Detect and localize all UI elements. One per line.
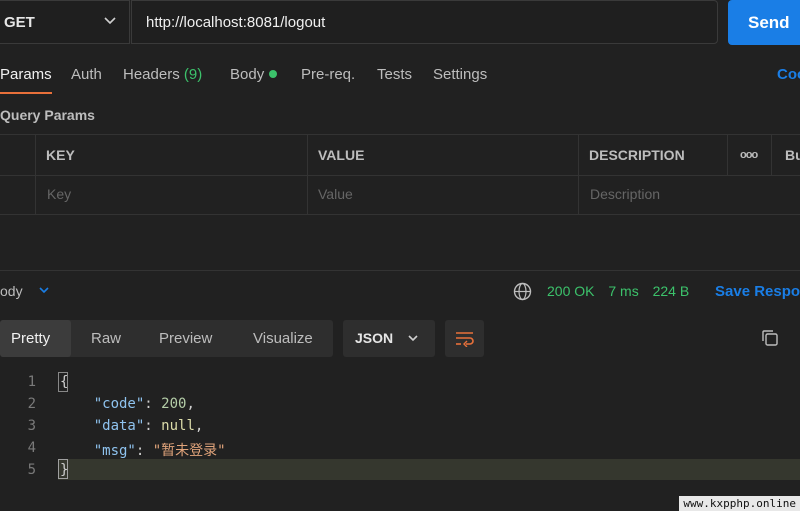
- wrap-icon: [456, 332, 474, 347]
- code-line[interactable]: {: [60, 374, 68, 390]
- line-number: 1: [27, 374, 36, 390]
- line-number: 5: [27, 462, 36, 478]
- json-key: "code": [93, 396, 145, 412]
- row-divider: [0, 175, 800, 176]
- tab-settings[interactable]: Settings: [433, 66, 487, 83]
- format-label: JSON: [355, 330, 394, 346]
- tab-visualize[interactable]: Visualize: [253, 330, 313, 347]
- code-line[interactable]: "code": 200,: [60, 396, 195, 412]
- tab-auth[interactable]: Auth: [71, 66, 102, 83]
- save-response-button[interactable]: Save Respo: [715, 283, 800, 300]
- code-line[interactable]: }: [60, 462, 68, 478]
- json-key: "data": [93, 418, 145, 434]
- tab-pretty[interactable]: Pretty: [11, 330, 50, 347]
- line-number: 3: [27, 418, 36, 434]
- query-params-table: KEY VALUE DESCRIPTION ooo Bu Key Value D…: [0, 134, 800, 215]
- tab-preview[interactable]: Preview: [159, 330, 212, 347]
- key-input[interactable]: Key: [47, 186, 71, 202]
- column-header-description: DESCRIPTION: [589, 147, 685, 163]
- tab-headers[interactable]: Headers (9): [123, 66, 202, 83]
- json-value: null: [161, 418, 195, 434]
- more-options-icon[interactable]: ooo: [740, 149, 758, 161]
- response-time: 7 ms: [608, 283, 639, 299]
- send-button[interactable]: Send: [728, 0, 800, 45]
- column-header-key: KEY: [46, 147, 75, 163]
- method-select[interactable]: GET: [0, 0, 130, 44]
- line-number: 2: [27, 396, 36, 412]
- json-brace: }: [60, 462, 69, 478]
- response-section-toggle[interactable]: ody: [0, 283, 50, 299]
- json-key: "msg": [93, 443, 136, 459]
- line-number: 4: [27, 440, 36, 456]
- response-meta: 200 OK 7 ms 224 B: [547, 283, 689, 299]
- cookies-link[interactable]: Coo: [777, 66, 800, 83]
- code-line[interactable]: "data": null,: [60, 418, 204, 434]
- tab-raw[interactable]: Raw: [91, 330, 121, 347]
- method-label: GET: [4, 13, 35, 31]
- format-select[interactable]: JSON: [343, 320, 435, 357]
- headers-count-badge: (9): [183, 66, 203, 83]
- response-size: 224 B: [652, 283, 690, 299]
- response-section-label: ody: [0, 283, 23, 299]
- url-input[interactable]: http://localhost:8081/logout: [131, 0, 718, 44]
- column-divider: [727, 135, 728, 175]
- value-input[interactable]: Value: [318, 186, 353, 202]
- json-value: "暂未登录": [152, 443, 226, 459]
- query-params-title: Query Params: [0, 107, 95, 123]
- tab-headers-label: Headers: [123, 66, 180, 83]
- tab-body[interactable]: Body: [230, 66, 278, 83]
- active-tab-underline: [0, 92, 52, 94]
- chevron-down-icon: [408, 335, 418, 342]
- watermark: www.kxpphp.online: [679, 496, 800, 511]
- tab-tests[interactable]: Tests: [377, 66, 412, 83]
- chevron-down-icon: [39, 287, 50, 294]
- copy-icon[interactable]: [760, 328, 780, 348]
- json-brace: {: [60, 374, 69, 390]
- body-indicator-dot: [269, 70, 278, 79]
- bulk-edit-button[interactable]: Bu: [785, 147, 800, 163]
- description-input[interactable]: Description: [590, 186, 660, 202]
- tab-prereq[interactable]: Pre-req.: [301, 66, 355, 83]
- url-text: http://localhost:8081/logout: [146, 13, 326, 31]
- column-header-value: VALUE: [318, 147, 365, 163]
- chevron-down-icon: [104, 17, 116, 25]
- json-value: 200: [161, 396, 187, 412]
- code-line[interactable]: "msg": "暂未登录": [60, 440, 226, 460]
- current-line-highlight: [58, 459, 800, 480]
- tab-params[interactable]: Params: [0, 66, 52, 83]
- tab-body-label: Body: [230, 66, 265, 83]
- status-code: 200 OK: [547, 283, 595, 299]
- column-divider: [771, 135, 772, 175]
- section-divider: [0, 270, 800, 271]
- wrap-lines-button[interactable]: [445, 320, 484, 357]
- globe-icon[interactable]: [513, 282, 532, 301]
